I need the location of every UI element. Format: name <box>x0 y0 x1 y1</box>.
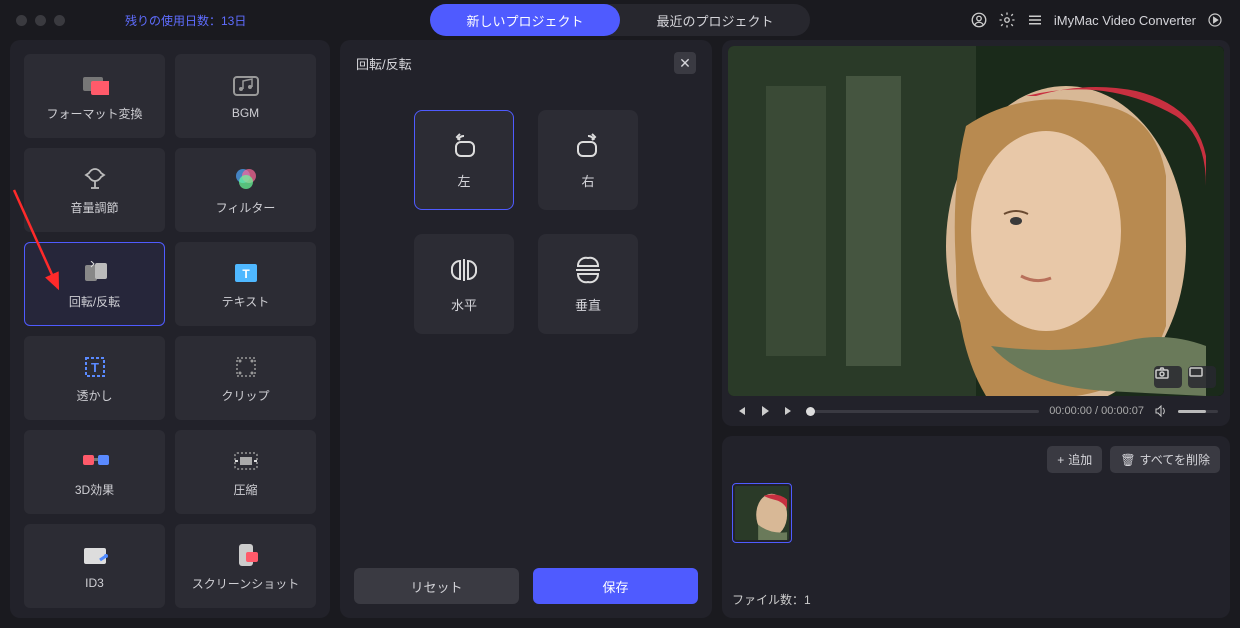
tool-volume[interactable]: 音量調節 <box>24 148 165 232</box>
option-flip-vertical[interactable]: 垂直 <box>538 234 638 334</box>
tool-screenshot[interactable]: スクリーンショット <box>175 524 316 608</box>
tool-compress[interactable]: 圧縮 <box>175 430 316 514</box>
preview-panel: 00:00:00 / 00:00:07 <box>722 40 1230 426</box>
watermark-icon: T <box>81 353 109 381</box>
option-label: 左 <box>457 171 470 190</box>
fullscreen-button[interactable] <box>1188 366 1216 388</box>
tool-label: スクリーンショット <box>192 575 299 592</box>
panel-title: 回転/反転 <box>356 54 412 73</box>
app-badge-icon <box>1206 11 1224 29</box>
option-label: 水平 <box>451 295 477 314</box>
format-convert-icon <box>81 71 109 99</box>
tool-format-convert[interactable]: フォーマット変換 <box>24 54 165 138</box>
close-window-icon[interactable] <box>16 15 27 26</box>
id3-icon <box>81 542 109 570</box>
app-title: iMyMac Video Converter <box>1054 13 1196 28</box>
app-header: 残りの使用日数：13日 新しいプロジェクト 最近のプロジェクト iMyMac V… <box>0 0 1240 40</box>
volume-slider[interactable] <box>1178 410 1218 413</box>
project-tabs: 新しいプロジェクト 最近のプロジェクト <box>430 4 810 36</box>
text-icon: T <box>232 259 260 287</box>
settings-icon[interactable] <box>998 11 1016 29</box>
option-rotate-left[interactable]: 左 <box>414 110 514 210</box>
rotate-right-icon <box>570 131 606 161</box>
reset-button[interactable]: リセット <box>354 568 519 604</box>
option-flip-horizontal[interactable]: 水平 <box>414 234 514 334</box>
window-controls <box>16 15 65 26</box>
header-right: iMyMac Video Converter <box>970 11 1224 29</box>
next-frame-button[interactable] <box>782 404 796 418</box>
tool-watermark[interactable]: T 透かし <box>24 336 165 420</box>
tool-label: クリップ <box>221 387 269 404</box>
tool-label: 透かし <box>76 387 112 404</box>
glasses-3d-icon <box>81 447 109 475</box>
plus-icon: + <box>1057 453 1064 467</box>
chip-label: すべてを削除 <box>1140 451 1210 468</box>
flip-vertical-icon <box>570 255 606 285</box>
option-label: 垂直 <box>575 295 601 314</box>
play-button[interactable] <box>758 404 772 418</box>
option-rotate-right[interactable]: 右 <box>538 110 638 210</box>
tool-label: BGM <box>232 106 259 120</box>
tool-label: フィルター <box>216 199 276 216</box>
file-count-label: ファイル数：1 <box>732 583 1220 608</box>
tool-id3[interactable]: ID3 <box>24 524 165 608</box>
svg-text:T: T <box>242 267 250 281</box>
option-label: 右 <box>581 171 594 190</box>
screenshot-icon <box>232 541 260 569</box>
tool-3d-effect[interactable]: 3D効果 <box>24 430 165 514</box>
trial-days-remaining: 残りの使用日数：13日 <box>125 12 246 29</box>
tool-label: 3D効果 <box>75 481 114 498</box>
playback-controls: 00:00:00 / 00:00:07 <box>728 396 1224 420</box>
seek-bar[interactable] <box>806 410 1039 413</box>
chip-label: 追加 <box>1068 451 1092 468</box>
maximize-window-icon[interactable] <box>54 15 65 26</box>
tool-label: 音量調節 <box>70 199 118 216</box>
snapshot-button[interactable] <box>1154 366 1182 388</box>
rotate-left-icon <box>446 131 482 161</box>
tool-label: 圧縮 <box>233 481 257 498</box>
tab-new-project[interactable]: 新しいプロジェクト <box>430 4 620 36</box>
tool-rotate-flip[interactable]: 回転/反転 <box>24 242 165 326</box>
trash-icon: 🗑 <box>1120 453 1135 467</box>
tools-sidebar: フォーマット変換 BGM 音量調節 フィルター 回転/反転 T テキスト T 透… <box>10 40 330 618</box>
video-preview[interactable] <box>728 46 1224 396</box>
tool-label: ID3 <box>85 576 104 590</box>
tool-label: フォーマット変換 <box>46 105 142 122</box>
add-file-button[interactable]: + 追加 <box>1047 446 1102 473</box>
tool-bgm[interactable]: BGM <box>175 54 316 138</box>
tool-clip[interactable]: クリップ <box>175 336 316 420</box>
file-thumbnail[interactable] <box>732 483 792 543</box>
clip-icon <box>232 353 260 381</box>
tab-recent-projects[interactable]: 最近のプロジェクト <box>620 4 810 36</box>
prev-frame-button[interactable] <box>734 404 748 418</box>
volume-icon <box>81 165 109 193</box>
volume-button[interactable] <box>1154 404 1168 418</box>
time-display: 00:00:00 / 00:00:07 <box>1049 405 1144 417</box>
tool-label: 回転/反転 <box>69 293 120 310</box>
close-panel-button[interactable]: ✕ <box>674 52 696 74</box>
rotate-flip-icon <box>81 259 109 287</box>
tool-filter[interactable]: フィルター <box>175 148 316 232</box>
menu-icon[interactable] <box>1026 11 1044 29</box>
flip-horizontal-icon <box>446 255 482 285</box>
delete-all-button[interactable]: 🗑 すべてを削除 <box>1110 446 1220 473</box>
save-button[interactable]: 保存 <box>533 568 698 604</box>
tool-label: テキスト <box>222 293 270 310</box>
tool-text[interactable]: T テキスト <box>175 242 316 326</box>
bgm-icon <box>232 72 260 100</box>
compress-icon <box>232 447 260 475</box>
account-icon[interactable] <box>970 11 988 29</box>
files-panel: + 追加 🗑 すべてを削除 ファイル数：1 <box>722 436 1230 618</box>
filter-icon <box>232 165 260 193</box>
rotate-flip-panel: 回転/反転 ✕ 左 右 水平 垂直 リセット 保存 <box>340 40 712 618</box>
minimize-window-icon[interactable] <box>35 15 46 26</box>
svg-text:T: T <box>91 360 99 375</box>
